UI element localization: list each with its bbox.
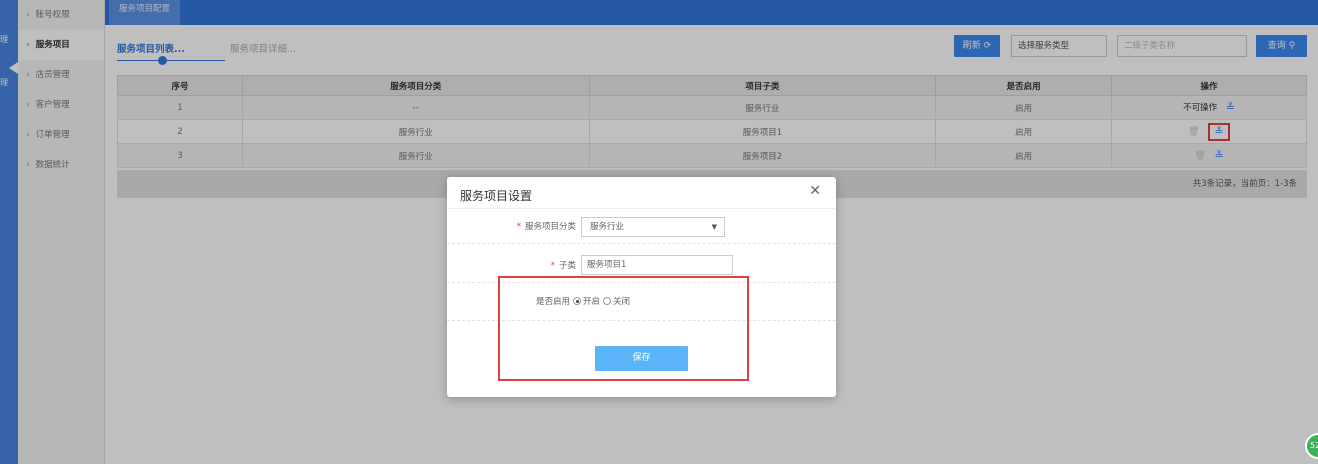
radio-enabled-off[interactable]	[603, 297, 612, 305]
radio-on-label: 开启	[583, 297, 601, 307]
form-row-category: * 服务项目分类 服务行业 ▼	[447, 208, 836, 244]
save-button[interactable]: 保存	[595, 346, 688, 371]
close-icon[interactable]: ✕	[809, 183, 821, 199]
radio-enabled-on[interactable]	[573, 297, 582, 305]
subcategory-field-label: * 子类	[551, 259, 576, 271]
chevron-down-icon: ▼	[711, 223, 717, 231]
category-select[interactable]: 服务行业 ▼	[581, 217, 725, 237]
subcategory-input[interactable]: 服务项目1	[581, 255, 733, 275]
category-field-label: * 服务项目分类	[517, 220, 576, 232]
enabled-label: 是否启用	[536, 297, 571, 307]
radio-off-label: 关闭	[613, 297, 631, 307]
subcategory-label-text: 子类	[558, 261, 576, 271]
required-marker: *	[516, 222, 521, 232]
dialog-title: 服务项目设置	[460, 189, 533, 203]
form-row-subcategory: * 子类 服务项目1	[447, 247, 836, 283]
service-settings-dialog: 服务项目设置 ✕ * 服务项目分类 服务行业 ▼ * 子类 服务项目1 是否启用 开…	[447, 177, 836, 397]
category-label-text: 服务项目分类	[524, 222, 576, 232]
enabled-radio-group: 是否启用 开启 关闭	[536, 295, 630, 307]
category-select-value: 服务行业	[590, 222, 625, 232]
form-row-enabled-divider	[447, 286, 836, 321]
required-marker: *	[550, 261, 555, 271]
